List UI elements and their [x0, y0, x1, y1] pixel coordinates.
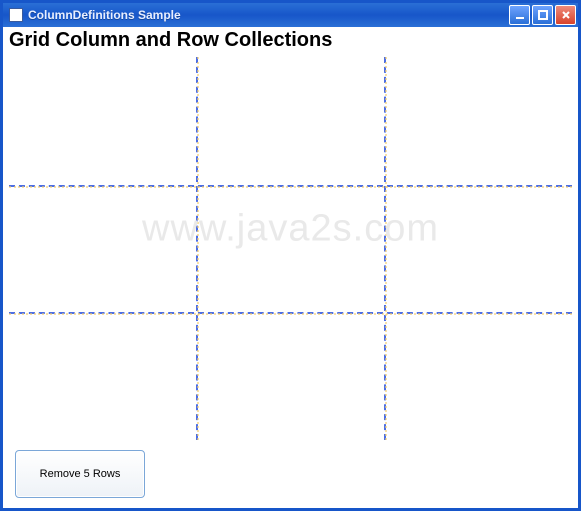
maximize-button[interactable] [532, 5, 553, 25]
maximize-icon [538, 10, 548, 20]
minimize-icon [515, 10, 525, 20]
grid-column-divider [196, 57, 198, 440]
grid-row-divider [9, 185, 572, 187]
app-icon [9, 8, 23, 22]
grid-column-divider [384, 57, 386, 440]
minimize-button[interactable] [509, 5, 530, 25]
close-icon [561, 10, 571, 20]
page-heading: Grid Column and Row Collections [9, 29, 332, 52]
grid-row-divider [9, 312, 572, 314]
window-controls [509, 5, 576, 25]
application-window: ColumnDefinitions Sample Grid Column an [0, 0, 581, 511]
grid-preview [9, 57, 572, 440]
title-bar[interactable]: ColumnDefinitions Sample [3, 3, 578, 27]
client-area: Grid Column and Row Collections www.java… [3, 27, 578, 508]
close-button[interactable] [555, 5, 576, 25]
remove-rows-button[interactable]: Remove 5 Rows [15, 450, 145, 498]
window-title: ColumnDefinitions Sample [28, 8, 509, 22]
